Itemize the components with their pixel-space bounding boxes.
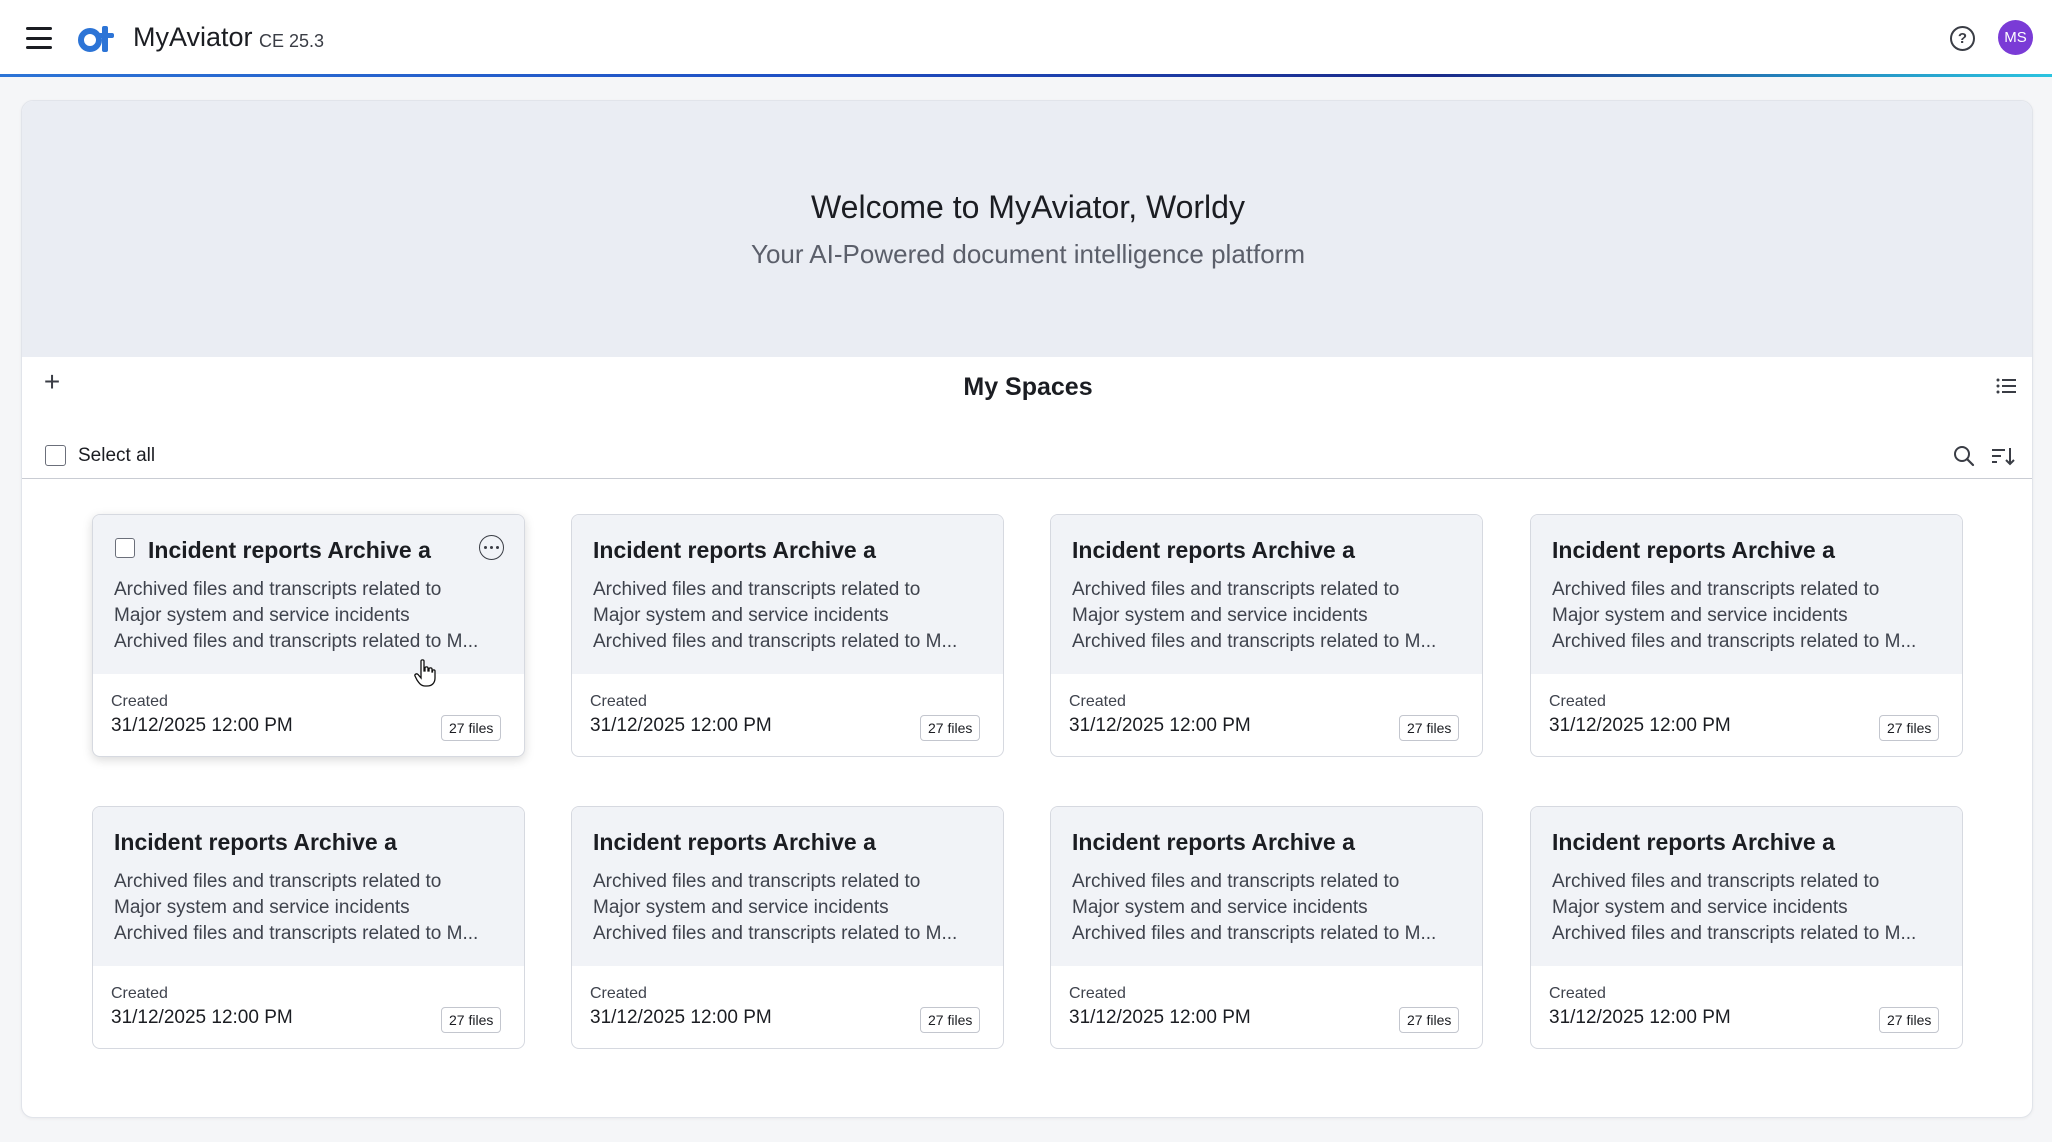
- created-label: Created: [1549, 693, 1606, 710]
- welcome-banner: Welcome to MyAviator, Worldy Your AI-Pow…: [22, 101, 2032, 357]
- card-title: Incident reports Archive a: [148, 537, 431, 563]
- search-icon[interactable]: [1953, 445, 1975, 467]
- card-description: Archived files and transcripts related t…: [114, 579, 479, 652]
- space-card[interactable]: Incident reports Archive a Archived file…: [92, 806, 525, 1049]
- space-card[interactable]: Incident reports Archive a Archived file…: [1530, 806, 1963, 1049]
- file-count-badge: 27 files: [920, 1007, 981, 1033]
- list-view-icon[interactable]: [1996, 377, 2016, 395]
- avatar[interactable]: MS: [1998, 20, 2033, 55]
- file-count-badge: 27 files: [1399, 1007, 1460, 1033]
- file-count-badge: 27 files: [441, 1007, 502, 1033]
- created-label: Created: [111, 985, 168, 1002]
- card-description: Archived files and transcripts related t…: [593, 579, 958, 652]
- card-description: Archived files and transcripts related t…: [1072, 579, 1437, 652]
- card-title: Incident reports Archive a: [1552, 829, 1835, 855]
- header-accent-line: [0, 74, 2052, 77]
- toolbar-divider: [22, 478, 2032, 479]
- card-title: Incident reports Archive a: [593, 537, 876, 563]
- card-title: Incident reports Archive a: [1072, 537, 1355, 563]
- created-date: 31/12/2025 12:00 PM: [111, 1007, 293, 1028]
- card-title: Incident reports Archive a: [593, 829, 876, 855]
- card-description: Archived files and transcripts related t…: [1552, 579, 1917, 652]
- space-card[interactable]: Incident reports Archive a Archived file…: [1530, 514, 1963, 757]
- select-all-label[interactable]: Select all: [78, 445, 155, 467]
- file-count-badge: 27 files: [1399, 715, 1460, 741]
- app-version: CE 25.3: [259, 31, 325, 51]
- file-count-badge: 27 files: [441, 715, 502, 741]
- file-count-badge: 27 files: [920, 715, 981, 741]
- main-panel: Welcome to MyAviator, Worldy Your AI-Pow…: [21, 100, 2033, 1118]
- select-all-checkbox[interactable]: [45, 445, 66, 466]
- top-bar: MyAviator CE 25.3 ? MS: [0, 0, 2052, 76]
- card-checkbox[interactable]: [115, 538, 135, 558]
- welcome-subtitle: Your AI-Powered document intelligence pl…: [750, 239, 1306, 269]
- card-description: Archived files and transcripts related t…: [1552, 871, 1917, 944]
- created-label: Created: [590, 985, 647, 1002]
- created-date: 31/12/2025 12:00 PM: [1549, 715, 1731, 736]
- card-title: Incident reports Archive a: [114, 829, 397, 855]
- more-options-icon[interactable]: [479, 535, 504, 560]
- card-description: Archived files and transcripts related t…: [114, 871, 479, 944]
- hamburger-menu-icon[interactable]: [24, 24, 54, 52]
- file-count-badge: 27 files: [1879, 715, 1940, 741]
- card-title: Incident reports Archive a: [1072, 829, 1355, 855]
- space-card[interactable]: Incident reports Archive a Archived file…: [92, 514, 525, 757]
- hand-cursor-icon: [414, 659, 436, 687]
- created-label: Created: [1549, 985, 1606, 1002]
- space-card[interactable]: Incident reports Archive a Archived file…: [1050, 806, 1483, 1049]
- card-title: Incident reports Archive a: [1552, 537, 1835, 563]
- file-count-badge: 27 files: [1879, 1007, 1940, 1033]
- card-description: Archived files and transcripts related t…: [593, 871, 958, 944]
- created-label: Created: [1069, 985, 1126, 1002]
- space-card[interactable]: Incident reports Archive a Archived file…: [1050, 514, 1483, 757]
- help-icon[interactable]: ?: [1950, 26, 1975, 51]
- created-label: Created: [111, 693, 168, 710]
- ot-logo-icon[interactable]: [78, 22, 118, 54]
- created-label: Created: [1069, 693, 1126, 710]
- card-description: Archived files and transcripts related t…: [1072, 871, 1437, 944]
- welcome-title: Welcome to MyAviator, Worldy: [811, 189, 1245, 225]
- created-date: 31/12/2025 12:00 PM: [1069, 715, 1251, 736]
- created-label: Created: [590, 693, 647, 710]
- created-date: 31/12/2025 12:00 PM: [1549, 1007, 1731, 1028]
- space-card[interactable]: Incident reports Archive a Archived file…: [571, 514, 1004, 757]
- sort-icon[interactable]: [1991, 445, 2015, 467]
- section-title: My Spaces: [963, 373, 1093, 401]
- created-date: 31/12/2025 12:00 PM: [590, 1007, 772, 1028]
- created-date: 31/12/2025 12:00 PM: [590, 715, 772, 736]
- app-title: MyAviator: [133, 22, 253, 52]
- space-card[interactable]: Incident reports Archive a Archived file…: [571, 806, 1004, 1049]
- created-date: 31/12/2025 12:00 PM: [1069, 1007, 1251, 1028]
- created-date: 31/12/2025 12:00 PM: [111, 715, 293, 736]
